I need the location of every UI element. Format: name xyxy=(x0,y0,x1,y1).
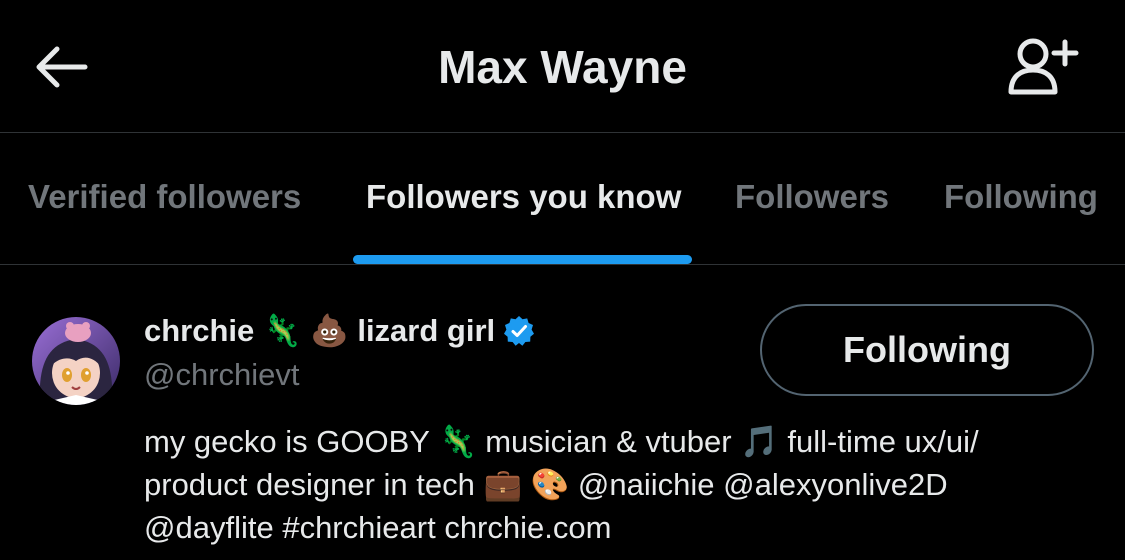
active-tab-indicator xyxy=(353,255,692,264)
tab-label: Followers xyxy=(735,178,890,215)
tab-verified-followers[interactable]: Verified followers xyxy=(28,133,310,264)
user-handle: @chrchievt xyxy=(144,357,300,392)
verified-badge-icon xyxy=(504,316,535,346)
user-bio: my gecko is GOOBY 🦎 musician & vtuber 🎵 … xyxy=(144,420,1094,549)
mention-link[interactable]: @dayflite xyxy=(144,510,274,545)
bio-text: product designer in tech 💼 🎨 xyxy=(144,467,578,502)
tab-label: Followers you know xyxy=(366,178,682,215)
add-person-icon xyxy=(1008,38,1079,95)
mention-link[interactable]: @alexyonlive2D xyxy=(723,467,947,502)
tab-label: Verified followers xyxy=(28,178,302,215)
user-list-item[interactable]: chrchie 🦎 💩 lizard girl @chrchievt Follo… xyxy=(0,265,1125,560)
tab-followers[interactable]: Followers xyxy=(735,133,890,264)
avatar-image xyxy=(32,317,120,405)
back-button[interactable] xyxy=(28,38,92,96)
avatar[interactable] xyxy=(32,317,120,405)
page-title: Max Wayne xyxy=(438,41,687,93)
display-name-text-2: lizard girl xyxy=(357,313,496,348)
tab-label: Following xyxy=(944,178,1098,215)
add-person-button[interactable] xyxy=(1000,34,1084,98)
display-name-text: chrchie 🦎 💩 xyxy=(144,313,349,348)
top-app-bar: Max Wayne xyxy=(0,0,1125,133)
mention-link[interactable]: @naiichie xyxy=(578,467,715,502)
tab-followers-you-know[interactable]: Followers you know xyxy=(366,133,682,264)
bio-line: my gecko is GOOBY 🦎 musician & vtuber 🎵 … xyxy=(144,420,1094,463)
tab-following[interactable]: Following xyxy=(944,133,1099,264)
bio-text: my gecko is GOOBY 🦎 musician & vtuber 🎵 … xyxy=(144,424,979,459)
display-name[interactable]: chrchie 🦎 💩 lizard girl xyxy=(144,311,535,351)
bio-line: product designer in tech 💼 🎨 @naiichie @… xyxy=(144,463,1094,506)
bio-line: @dayflite #chrchieart chrchie.com xyxy=(144,506,1094,549)
following-button[interactable]: Following xyxy=(760,304,1094,396)
tab-bar: Verified followers Followers you know Fo… xyxy=(0,133,1125,265)
arrow-left-icon xyxy=(36,46,88,88)
hashtag-link[interactable]: #chrchieart xyxy=(282,510,435,545)
website-link[interactable]: chrchie.com xyxy=(444,510,611,545)
